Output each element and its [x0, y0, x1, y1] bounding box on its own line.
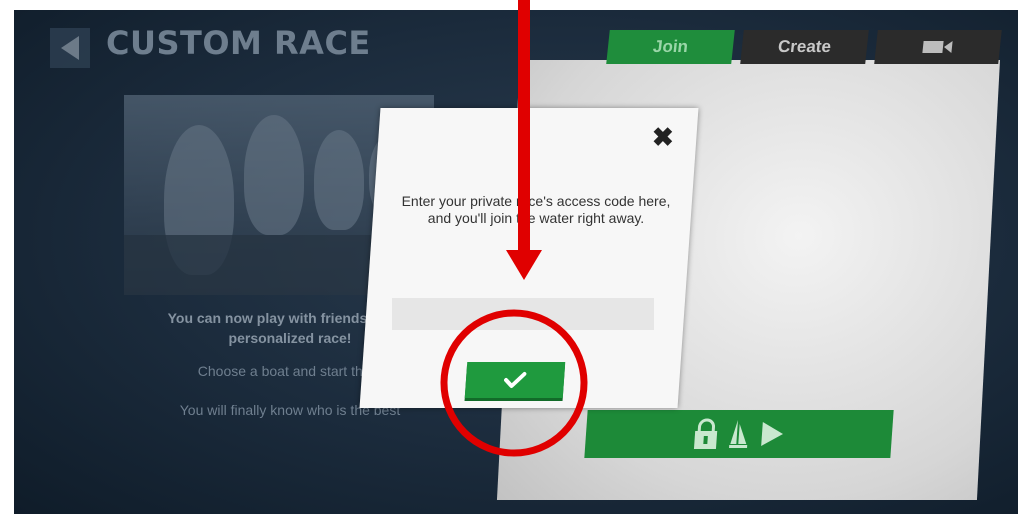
annotation-arrow-shaft: [518, 0, 530, 255]
annotation-overlay: [440, 0, 588, 457]
annotation-circle: [440, 309, 588, 457]
annotation-arrow-head: [506, 250, 542, 280]
